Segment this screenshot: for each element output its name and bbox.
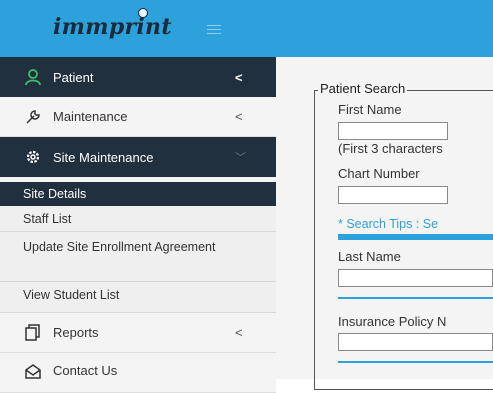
submenu-item-label: Site Details xyxy=(23,187,87,201)
last-name-label: Last Name xyxy=(338,249,401,264)
submenu-item-label: Update Site Enrollment Agreement xyxy=(23,240,216,254)
submenu-item-label: View Student List xyxy=(23,288,120,302)
submenu-item-label: Staff List xyxy=(23,212,72,226)
chevron-down-icon: ﹀ xyxy=(235,152,246,164)
sidebar-item-label: Patient xyxy=(53,69,94,85)
chevron-left-icon: < xyxy=(235,69,243,85)
contact-icon xyxy=(25,364,41,379)
menu-toggle-icon[interactable] xyxy=(207,25,221,37)
search-tips-link[interactable]: * Search Tips : Se xyxy=(338,217,438,231)
submenu-item-staff-list[interactable]: Staff List xyxy=(0,206,276,232)
logo-dot-icon xyxy=(138,8,148,18)
last-name-input[interactable] xyxy=(338,269,493,287)
chevron-left-icon: < xyxy=(235,109,243,124)
logo-area: immprint xyxy=(0,0,276,57)
sidebar: Patient < Maintenance < Site Maintenance… xyxy=(0,57,276,393)
sidebar-item-maintenance[interactable]: Maintenance < xyxy=(0,97,276,137)
first-name-input[interactable] xyxy=(338,122,448,140)
divider xyxy=(338,361,493,363)
divider xyxy=(338,234,493,240)
divider xyxy=(338,297,493,299)
submenu-item-update-site-enrollment[interactable]: Update Site Enrollment Agreement xyxy=(0,232,276,282)
insurance-policy-input[interactable] xyxy=(338,333,493,351)
sidebar-item-site-maintenance[interactable]: Site Maintenance ﹀ xyxy=(0,137,276,177)
app-logo[interactable]: immprint xyxy=(53,14,172,40)
chevron-left-icon: < xyxy=(235,325,243,340)
submenu-item-site-details[interactable]: Site Details xyxy=(0,182,276,206)
sidebar-item-label: Maintenance xyxy=(53,109,128,124)
submenu-item-view-student-list[interactable]: View Student List xyxy=(0,282,276,313)
insurance-policy-label: Insurance Policy N xyxy=(338,314,447,329)
chart-number-label: Chart Number xyxy=(338,166,420,181)
sidebar-item-label: Reports xyxy=(53,325,99,340)
sidebar-item-label: Site Maintenance xyxy=(53,149,154,165)
wrench-icon xyxy=(26,110,40,124)
sidebar-item-contact-us[interactable]: Contact Us xyxy=(0,353,276,393)
sidebar-item-reports[interactable]: Reports < xyxy=(0,313,276,353)
sidebar-item-patient[interactable]: Patient < xyxy=(0,57,276,97)
top-bar: immprint xyxy=(0,0,493,57)
first-name-hint: (First 3 characters xyxy=(338,141,443,156)
gear-icon xyxy=(26,150,40,164)
chart-number-input[interactable] xyxy=(338,186,448,204)
reports-icon xyxy=(25,324,40,341)
main-content: Patient Search First Name (First 3 chara… xyxy=(276,57,493,390)
first-name-label: First Name xyxy=(338,102,402,117)
patient-search-legend: Patient Search xyxy=(318,81,408,96)
sidebar-item-label: Contact Us xyxy=(53,363,118,378)
user-icon xyxy=(25,69,41,86)
